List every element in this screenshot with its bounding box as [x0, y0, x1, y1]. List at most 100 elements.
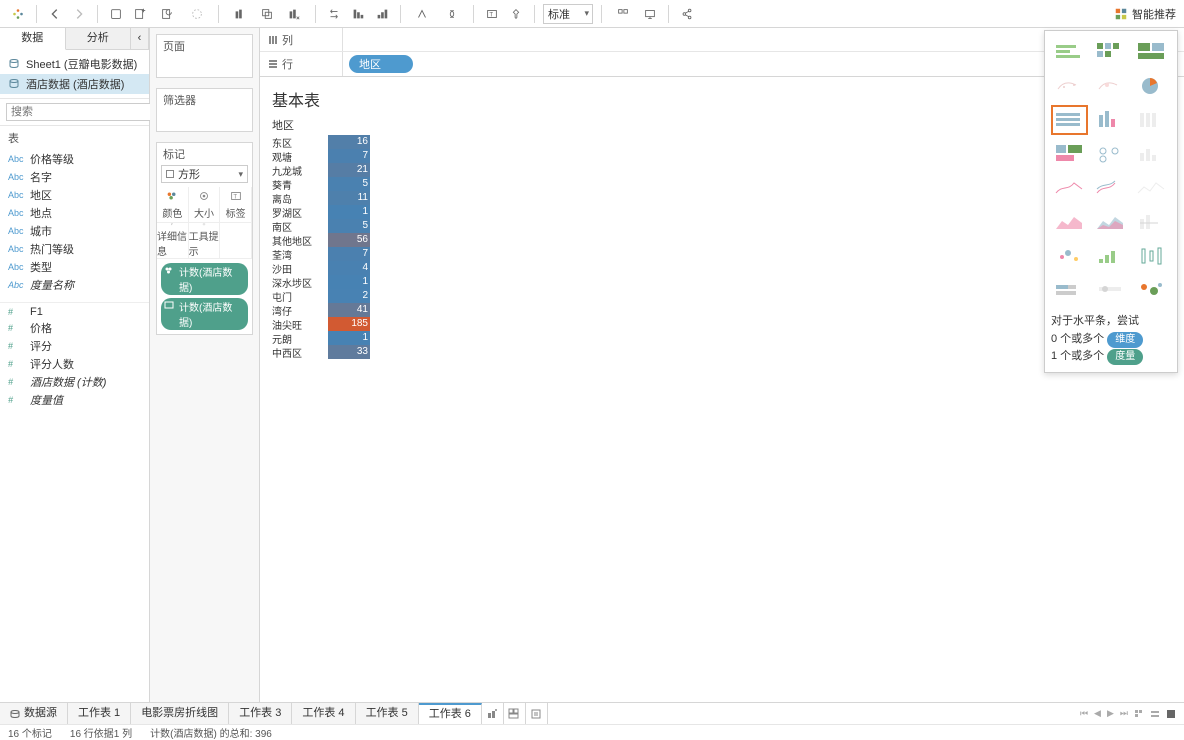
rows-pill-region[interactable]: 地区	[349, 55, 413, 73]
dimension-field[interactable]: Abc度量名称	[0, 276, 149, 294]
table-row[interactable]: 荃湾7	[272, 247, 1172, 261]
new-sheet-icon[interactable]	[227, 4, 253, 24]
showme-chart-type[interactable]	[1051, 207, 1088, 237]
table-row[interactable]: 屯门2	[272, 289, 1172, 303]
tab-nav[interactable]: ⏮◀▶⏭	[1080, 703, 1184, 724]
sort-desc-icon[interactable]	[372, 4, 392, 24]
showme-chart-type[interactable]	[1051, 105, 1088, 135]
measure-field[interactable]: #评分	[0, 337, 149, 355]
labels-icon[interactable]: T	[482, 4, 502, 24]
datasource-item[interactable]: 酒店数据 (酒店数据)	[0, 74, 149, 94]
table-row[interactable]: 观塘7	[272, 149, 1172, 163]
marks-size[interactable]: 大小	[189, 187, 221, 223]
showme-chart-type[interactable]	[1051, 173, 1088, 203]
table-row[interactable]: 沙田4	[272, 261, 1172, 275]
showme-chart-type[interactable]	[1134, 105, 1171, 135]
back-icon[interactable]	[45, 4, 65, 24]
new-story-icon[interactable]	[526, 703, 548, 724]
showme-chart-type[interactable]	[1051, 139, 1088, 169]
table-row[interactable]: 罗湖区1	[272, 205, 1172, 219]
dimension-field[interactable]: Abc价格等级	[0, 150, 149, 168]
showme-chart-type[interactable]	[1134, 37, 1171, 67]
sheet-tab[interactable]: 电影票房折线图	[131, 703, 229, 724]
showme-chart-type[interactable]	[1092, 275, 1129, 305]
showme-chart-type[interactable]	[1134, 275, 1171, 305]
showme-chart-type[interactable]	[1092, 37, 1129, 67]
dimension-field[interactable]: Abc热门等级	[0, 240, 149, 258]
collapse-sidebar-icon[interactable]: ‹	[131, 28, 149, 49]
measure-field[interactable]: #度量值	[0, 391, 149, 409]
pin-icon[interactable]	[506, 4, 526, 24]
table-row[interactable]: 离岛11	[272, 191, 1172, 205]
marks-detail[interactable]: 详细信息	[157, 223, 189, 259]
sort-asc-icon[interactable]	[348, 4, 368, 24]
new-dashboard-icon[interactable]	[504, 703, 526, 724]
showme-chart-type[interactable]	[1051, 71, 1088, 101]
table-row[interactable]: 元朗1	[272, 331, 1172, 345]
table-row[interactable]: 东区16	[272, 135, 1172, 149]
measure-field[interactable]: #评分人数	[0, 355, 149, 373]
showme-chart-type[interactable]	[1134, 139, 1171, 169]
showme-chart-type[interactable]	[1092, 207, 1129, 237]
showme-chart-type[interactable]	[1134, 207, 1171, 237]
showme-chart-type[interactable]	[1134, 241, 1171, 271]
tab-datasource[interactable]: 数据源	[0, 703, 68, 724]
dimension-field[interactable]: Abc城市	[0, 222, 149, 240]
dimension-field[interactable]: Abc地点	[0, 204, 149, 222]
sheet-tab[interactable]: 工作表 5	[356, 703, 419, 724]
dimension-field[interactable]: Abc名字	[0, 168, 149, 186]
sheet-tab[interactable]: 工作表 3	[229, 703, 292, 724]
showme-chart-type[interactable]	[1092, 105, 1129, 135]
measure-field[interactable]: #酒店数据 (计数)	[0, 373, 149, 391]
pause-icon[interactable]	[184, 4, 210, 24]
label-pill[interactable]: 计数(酒店数据)	[161, 298, 248, 330]
showme-chart-type[interactable]	[1134, 173, 1171, 203]
new-data-icon[interactable]	[130, 4, 150, 24]
sheet-tab[interactable]: 工作表 4	[292, 703, 355, 724]
sheet-tab[interactable]: 工作表 6	[419, 703, 482, 724]
fit-select[interactable]: 标准	[543, 4, 593, 24]
present-icon[interactable]	[640, 4, 660, 24]
logo-icon[interactable]	[8, 4, 28, 24]
marks-label[interactable]: T标签	[220, 187, 252, 223]
table-row[interactable]: 葵青5	[272, 177, 1172, 191]
measure-field[interactable]: #F1	[0, 305, 149, 319]
share-icon[interactable]	[677, 4, 697, 24]
showme-chart-type[interactable]	[1092, 173, 1129, 203]
sheet-tab[interactable]: 工作表 1	[68, 703, 131, 724]
marks-tooltip[interactable]: 工具提示	[189, 223, 221, 259]
dimension-field[interactable]: Abc类型	[0, 258, 149, 276]
showme-chart-type[interactable]	[1051, 241, 1088, 271]
marks-color[interactable]: 颜色	[157, 187, 189, 223]
tab-data[interactable]: 数据	[0, 28, 66, 50]
datasource-item[interactable]: Sheet1 (豆瓣电影数据)	[0, 54, 149, 74]
table-row[interactable]: 中西区33	[272, 345, 1172, 359]
table-row[interactable]: 南区5	[272, 219, 1172, 233]
table-row[interactable]: 其他地区56	[272, 233, 1172, 247]
clear-icon[interactable]	[281, 4, 307, 24]
cards-icon[interactable]	[610, 4, 636, 24]
marks-type-select[interactable]: 方形	[161, 165, 248, 183]
measure-field[interactable]: #价格	[0, 319, 149, 337]
showme-chart-type[interactable]	[1092, 139, 1129, 169]
refresh-icon[interactable]	[154, 4, 180, 24]
duplicate-icon[interactable]	[257, 4, 277, 24]
table-row[interactable]: 九龙城21	[272, 163, 1172, 177]
table-row[interactable]: 油尖旺185	[272, 317, 1172, 331]
showme-chart-type[interactable]	[1092, 71, 1129, 101]
swap-icon[interactable]	[324, 4, 344, 24]
highlight-icon[interactable]	[409, 4, 435, 24]
search-input[interactable]	[6, 103, 158, 121]
forward-icon[interactable]	[69, 4, 89, 24]
showme-chart-type[interactable]	[1051, 37, 1088, 67]
showme-chart-type[interactable]	[1051, 275, 1088, 305]
new-worksheet-icon[interactable]	[482, 703, 504, 724]
table-row[interactable]: 湾仔41	[272, 303, 1172, 317]
showme-chart-type[interactable]	[1134, 71, 1171, 101]
table-row[interactable]: 深水埗区1	[272, 275, 1172, 289]
dimension-field[interactable]: Abc地区	[0, 186, 149, 204]
show-me-button[interactable]: 智能推荐	[1114, 6, 1176, 22]
showme-chart-type[interactable]	[1092, 241, 1129, 271]
save-icon[interactable]	[106, 4, 126, 24]
group-icon[interactable]	[439, 4, 465, 24]
